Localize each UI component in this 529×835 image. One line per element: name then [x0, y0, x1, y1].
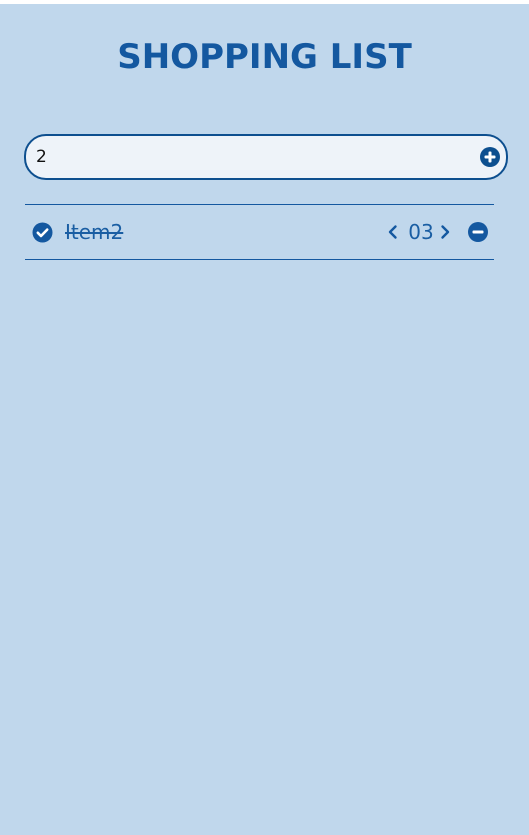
minus-circle-icon: [467, 221, 489, 243]
check-circle-icon: [32, 222, 53, 243]
shopping-list: Item2 03: [25, 204, 494, 260]
app-container: SHOPPING LIST Item: [0, 4, 529, 835]
item-quantity: 03: [408, 220, 434, 244]
chevron-right-icon: [437, 223, 453, 241]
add-item-button[interactable]: [479, 146, 501, 168]
chevron-left-icon: [385, 223, 401, 241]
toggle-complete-button[interactable]: [32, 222, 53, 243]
list-item: Item2 03: [25, 205, 494, 260]
add-item-form: [24, 134, 508, 180]
item-name: Item2: [65, 220, 124, 244]
decrement-quantity-button[interactable]: [385, 223, 401, 241]
remove-item-button[interactable]: [467, 221, 489, 243]
plus-circle-icon: [479, 146, 501, 168]
increment-quantity-button[interactable]: [437, 223, 453, 241]
page-title: SHOPPING LIST: [117, 37, 412, 77]
item-input[interactable]: [36, 136, 456, 178]
